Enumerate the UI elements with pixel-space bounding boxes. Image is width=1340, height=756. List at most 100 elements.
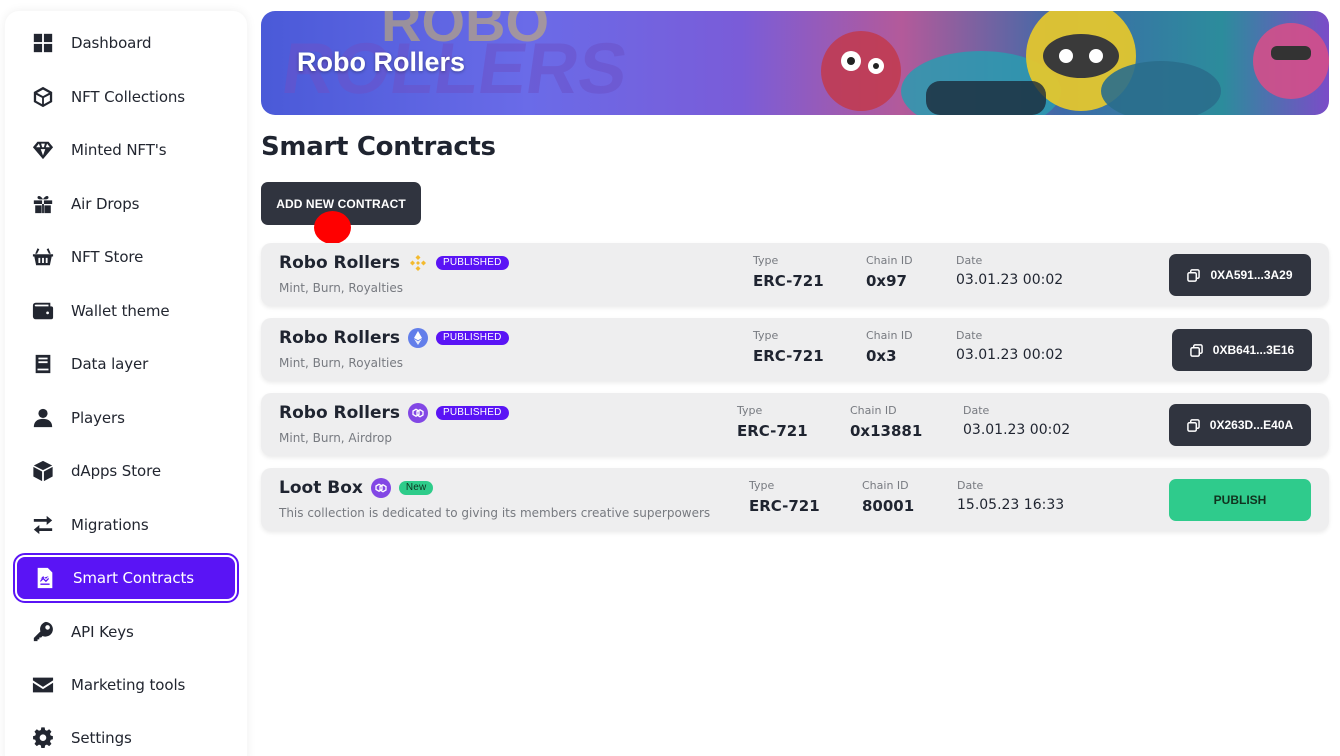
click-marker	[314, 211, 351, 244]
type-value: ERC-721	[749, 497, 820, 515]
sidebar-item-settings[interactable]: Settings	[15, 715, 237, 756]
polygon-icon	[370, 478, 391, 498]
contract-name: Robo Rollers	[279, 403, 400, 423]
contract-name-wrap: Robo Rollers PUBLISHED	[279, 253, 509, 273]
sidebar-item-label: NFT Collections	[71, 88, 186, 106]
contract-name: Robo Rollers	[279, 328, 400, 348]
type-label: Type	[737, 404, 763, 417]
sidebar-item-label: dApps Store	[71, 462, 161, 480]
type-label: Type	[753, 329, 779, 342]
sidebar-item-label: Air Drops	[71, 195, 140, 213]
sidebar-item-label: Settings	[71, 729, 132, 747]
sidebar-item-label: Marketing tools	[71, 676, 186, 694]
sidebar-item-dapps-store[interactable]: dApps Store	[15, 448, 237, 494]
contract-address: 0XB641...3E16	[1212, 343, 1295, 357]
contract-description: This collection is dedicated to giving i…	[279, 506, 711, 520]
wallet-icon	[31, 299, 55, 323]
contract-features: Mint, Burn, Royalties	[279, 281, 404, 295]
chain-id-value: 80001	[862, 497, 915, 515]
sidebar-item-label: NFT Store	[71, 248, 144, 266]
type-label: Type	[749, 479, 775, 492]
copy-address-button[interactable]: 0XA591...3A29	[1169, 254, 1311, 296]
gear-icon	[31, 726, 55, 750]
sidebar-item-label: Minted NFT's	[71, 141, 167, 159]
swap-arrows-icon	[31, 513, 55, 537]
sidebar-item-players[interactable]: Players	[15, 395, 237, 441]
type-value: ERC-721	[753, 272, 824, 290]
contract-features: Mint, Burn, Royalties	[279, 356, 404, 370]
contract-row[interactable]: Robo Rollers PUBLISHED Mint, Burn, Royal…	[261, 243, 1329, 306]
contract-name-wrap: Loot Box New	[279, 478, 434, 498]
sidebar-item-label: Smart Contracts	[73, 569, 194, 587]
sidebar-item-api-keys[interactable]: API Keys	[15, 609, 237, 655]
gift-icon	[31, 192, 55, 216]
contract-name: Loot Box	[279, 478, 363, 498]
page-title: Smart Contracts	[261, 132, 496, 162]
sidebar-item-nft-collections[interactable]: NFT Collections	[15, 74, 237, 120]
contract-address: 0X263D...E40A	[1209, 418, 1294, 432]
type-label: Type	[753, 254, 779, 267]
contract-name: Robo Rollers	[279, 253, 400, 273]
banner-title: Robo Rollers	[297, 47, 466, 77]
sidebar-item-label: Players	[71, 409, 125, 427]
sidebar-item-label: Data layer	[71, 355, 149, 373]
status-badge: PUBLISHED	[436, 331, 509, 345]
sidebar-item-marketing-tools[interactable]: Marketing tools	[15, 662, 237, 708]
date-value: 15.05.23 16:33	[957, 497, 1065, 513]
status-badge: New	[398, 481, 434, 495]
sidebar-item-nft-store[interactable]: NFT Store	[15, 234, 237, 280]
contract-row[interactable]: Robo Rollers PUBLISHED Mint, Burn, Royal…	[261, 318, 1329, 381]
diamond-icon	[31, 138, 55, 162]
contract-features: Mint, Burn, Airdrop	[279, 431, 392, 445]
key-icon	[31, 620, 55, 644]
binance-icon	[408, 253, 428, 273]
chain-id-value: 0x3	[866, 347, 897, 365]
user-icon	[31, 406, 55, 430]
sidebar-item-smart-contracts[interactable]: Smart Contracts	[13, 553, 239, 603]
sidebar-item-minted-nfts[interactable]: Minted NFT's	[15, 127, 237, 173]
date-label: Date	[963, 404, 990, 417]
copy-icon	[1186, 418, 1200, 432]
sidebar-item-dashboard[interactable]: Dashboard	[15, 20, 237, 66]
contract-row[interactable]: Robo Rollers PUBLISHED Mint, Burn, Airdr…	[261, 393, 1329, 456]
sidebar-item-air-drops[interactable]: Air Drops	[15, 181, 237, 227]
copy-address-button[interactable]: 0X263D...E40A	[1169, 404, 1311, 446]
box-icon	[31, 459, 55, 483]
polygon-icon	[408, 403, 428, 423]
publish-button[interactable]: PUBLISH	[1169, 479, 1311, 521]
sidebar-item-label: Wallet theme	[71, 302, 170, 320]
contract-name-wrap: Robo Rollers PUBLISHED	[279, 328, 509, 348]
contract-icon	[33, 566, 57, 590]
date-value: 03.01.23 00:02	[963, 422, 1071, 438]
date-value: 03.01.23 00:02	[956, 347, 1064, 363]
type-value: ERC-721	[753, 347, 824, 365]
book-icon	[31, 352, 55, 376]
copy-icon	[1189, 343, 1203, 357]
date-label: Date	[957, 479, 984, 492]
date-value: 03.01.23 00:02	[956, 272, 1064, 288]
cube-icon	[31, 85, 55, 109]
sidebar-item-data-layer[interactable]: Data layer	[15, 341, 237, 387]
chain-id-value: 0x13881	[850, 422, 923, 440]
chain-id-value: 0x97	[866, 272, 907, 290]
chain-id-label: Chain ID	[866, 254, 913, 267]
contract-name-wrap: Robo Rollers PUBLISHED	[279, 403, 509, 423]
contract-row[interactable]: Loot Box New This collection is dedicate…	[261, 468, 1329, 531]
copy-address-button[interactable]: 0XB641...3E16	[1172, 329, 1312, 371]
sidebar-item-wallet-theme[interactable]: Wallet theme	[15, 288, 237, 334]
date-label: Date	[956, 254, 983, 267]
basket-icon	[31, 245, 55, 269]
ethereum-icon	[408, 328, 428, 348]
status-badge: PUBLISHED	[436, 406, 509, 420]
sidebar-item-label: API Keys	[71, 623, 134, 641]
chain-id-label: Chain ID	[866, 329, 913, 342]
chain-id-label: Chain ID	[862, 479, 909, 492]
copy-icon	[1187, 268, 1201, 282]
date-label: Date	[956, 329, 983, 342]
sidebar-item-migrations[interactable]: Migrations	[15, 502, 237, 548]
chain-id-label: Chain ID	[850, 404, 897, 417]
sidebar: Dashboard NFT Collections Minted NFT's A…	[5, 11, 247, 756]
contract-address: 0XA591...3A29	[1210, 268, 1293, 282]
dashboard-icon	[31, 31, 55, 55]
status-badge: PUBLISHED	[436, 256, 509, 270]
